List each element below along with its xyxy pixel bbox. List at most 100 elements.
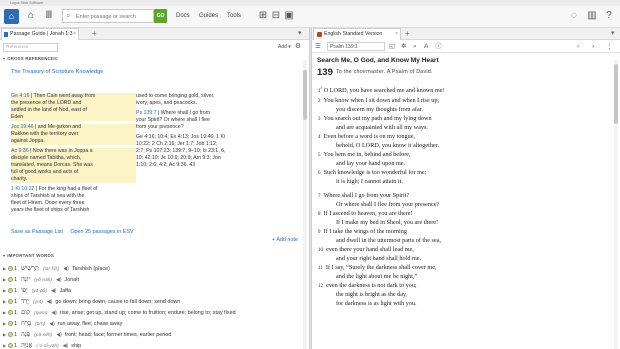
add-note-button[interactable]: + Add note [272, 237, 298, 243]
verse-line[interactable]: 12 even the darkness is not dark to you; [318, 282, 608, 292]
library-icon[interactable]: Ⅲ [43, 9, 55, 23]
panel-divider[interactable] [309, 28, 312, 349]
verse-line[interactable]: and your right hand shall hold me. [318, 255, 608, 264]
word-row[interactable]: ▶ 1 בָּרַח (brḥ) ◀) run away, flee; chase awa… [3, 318, 122, 329]
open-passages-link[interactable]: Open 25 passages in ESV [70, 229, 133, 235]
verse-line[interactable]: If I make my bed in Sheol, you are there… [318, 219, 608, 228]
xref-column-1: Ge 4:16 | Then Cain went away from the p… [11, 93, 136, 214]
expand-triangle-icon[interactable]: ▶ [3, 310, 6, 315]
info-icon[interactable]: ⓘ [435, 42, 442, 51]
cross-references-header[interactable]: ▾ CROSS REFERENCES [3, 56, 57, 61]
back-arrow-icon[interactable]: ‹ [577, 42, 579, 51]
info-dot-icon [8, 288, 14, 294]
add-section-button[interactable]: Add ▾ [278, 43, 291, 52]
speaker-icon[interactable]: ◀) [47, 299, 53, 305]
passage-reference-input[interactable]: Psalm 139:1 [327, 42, 385, 51]
verse-line[interactable]: 5 You hem me in, behind and before, [318, 151, 608, 161]
tab-title: English Standard Version [324, 31, 383, 37]
speaker-icon[interactable]: ◀) [63, 266, 69, 272]
word-row[interactable]: ▶ 1 יָרַד (yrd) ◀) go down; bring down; cause… [3, 296, 180, 307]
search-icon[interactable]: ⌕ [413, 42, 417, 51]
new-tab-plus-icon[interactable]: + [92, 28, 97, 39]
verse-line[interactable]: and lay your hand upon me. [318, 160, 608, 169]
verse-line[interactable]: and dwell in the uttermost parts of the … [318, 237, 608, 246]
tsk-title[interactable]: The Treasury of Scripture Knowledge [11, 69, 103, 75]
word-row[interactable]: ▶ 1 יָפוֹ (yā-p̄ô) ◀) Jaffa [3, 285, 71, 296]
verse-line[interactable]: 1a O LORD, you have searched me and know… [318, 84, 608, 97]
camera-icon[interactable]: ▣ [283, 9, 295, 23]
panel-menu-icon[interactable]: ▾ [611, 28, 615, 39]
docs-menu[interactable]: Docs [176, 9, 190, 23]
verse-line[interactable]: 2 You know when I sit down and when I ri… [318, 97, 608, 107]
search-box[interactable]: ⌕ [62, 9, 154, 23]
reference-input[interactable]: Reference [3, 43, 58, 52]
verse-line[interactable]: 6 Such knowledge is too wonderful for me… [318, 169, 608, 179]
panels-icon[interactable]: ▥ [586, 9, 598, 23]
speaker-icon[interactable]: ◀) [51, 310, 57, 316]
word-row[interactable]: ▶ 1 יוֹנָה (yô-nāh) ◀) Jonah [3, 274, 79, 285]
verse-line[interactable]: 3 You search out my path and my lying do… [318, 115, 608, 125]
close-icon[interactable]: × [395, 29, 398, 40]
verse-line[interactable]: 7 Where shall I go from your Spirit? [318, 192, 608, 202]
verse-line[interactable]: for darkness is as light with you. [318, 300, 608, 309]
info-dot-icon [8, 343, 14, 349]
left-scrollbar-thumb[interactable] [303, 70, 307, 120]
speaker-icon[interactable]: ◀) [49, 321, 55, 327]
close-icon[interactable]: × [73, 29, 76, 40]
expand-triangle-icon[interactable]: ▶ [3, 332, 6, 337]
help-icon[interactable]: ? [603, 9, 615, 23]
search-input[interactable] [76, 11, 152, 22]
layouts-icon[interactable]: ⊞ [257, 9, 269, 23]
expand-triangle-icon[interactable]: ▶ [3, 266, 6, 271]
collapse-caret-icon: ▾ [3, 56, 6, 61]
word-row[interactable]: ▶ 1 קוּם (qwm) ◀) rise, arise; get up, stand … [3, 307, 236, 318]
tools-menu[interactable]: Tools [227, 9, 241, 23]
verse-line[interactable]: 9 If I take the wings of the morning [318, 228, 608, 238]
visual-filters-icon[interactable]: ✲ [401, 42, 406, 51]
timeline-icon[interactable]: ⊟ [270, 9, 282, 23]
forward-arrow-icon[interactable]: › [592, 42, 594, 51]
panel-menu-icon[interactable]: ▾ [298, 28, 302, 39]
verse-line[interactable]: and the light about me be night,” [318, 273, 608, 282]
speaker-icon[interactable]: ◀) [56, 332, 62, 338]
expand-triangle-icon[interactable]: ▶ [3, 288, 6, 293]
guides-menu[interactable]: Guides [199, 9, 218, 23]
verse-line[interactable]: 10 even there your hand shall lead me, [318, 246, 608, 256]
expand-triangle-icon[interactable]: ▶ [3, 299, 6, 304]
logos-logo-icon[interactable]: ⌂ [4, 9, 19, 24]
expand-triangle-icon[interactable]: ▶ [3, 343, 6, 348]
expand-triangle-icon[interactable]: ▶ [3, 277, 6, 282]
info-dot-icon [8, 299, 14, 305]
verse-line[interactable]: 11 If I say, “Surely the darkness shall … [318, 264, 608, 274]
tab-passage-guide[interactable]: Passage Guide | Jonah 1:3 × [1, 28, 79, 40]
save-passage-list-link[interactable]: Save as Passage List [11, 229, 63, 235]
tab-esv[interactable]: English Standard Version × [313, 28, 401, 40]
speaker-icon[interactable]: ◀) [51, 288, 57, 294]
verse-line[interactable]: behold, O LORD, you know it altogether. [318, 142, 608, 151]
new-tab-plus-icon[interactable]: + [405, 28, 410, 39]
word-row[interactable]: ▶ 1 תַּרְשִׁישׁ (tar-šîš) ◀) Tarshish (place) [3, 263, 110, 274]
verse-line[interactable]: Or where shall I flee from your presence… [318, 201, 608, 210]
go-button[interactable]: GO [154, 9, 167, 23]
home-icon[interactable]: ⌂ [25, 9, 37, 23]
verse-line[interactable]: 8 If I ascend to heaven, you are there! [318, 210, 608, 220]
word-row[interactable]: ▶ 1 אֳנִיָּה (ʾo-nî-yāh) ◀) ship [3, 340, 81, 349]
verse-line[interactable]: you discern my thoughts from afar. [318, 106, 608, 115]
verse-line[interactable]: and are acquainted with all my ways. [318, 124, 608, 133]
speaker-icon[interactable]: ◀) [63, 343, 69, 349]
verse-line[interactable]: the night is bright as the day, [318, 291, 608, 300]
sync-icon[interactable]: ◌ [568, 9, 580, 23]
menu-icon[interactable]: ☰ [315, 42, 321, 51]
verse-line[interactable]: 4 Even before a word is on my tongue, [318, 133, 608, 143]
expand-triangle-icon[interactable]: ▶ [3, 321, 6, 326]
important-words-header[interactable]: ▾ IMPORTANT WORDS [3, 253, 54, 258]
word-row[interactable]: ▶ 1 פָּנֶה (pā-nêh) ◀) front; head; face; for… [3, 329, 171, 340]
text-size-icon[interactable]: A [424, 42, 428, 51]
verse-line[interactable]: it is high; I cannot attain it. [318, 178, 608, 187]
parallel-resources-icon[interactable]: ◱ [389, 42, 395, 51]
tab-title: Passage Guide | Jonah 1:3 [10, 31, 73, 37]
more-options-icon[interactable]: ⋮ [606, 42, 613, 51]
settings-icon[interactable]: ⚙ [294, 42, 302, 51]
speaker-icon[interactable]: ◀) [56, 277, 62, 283]
right-scrollbar-thumb[interactable] [614, 64, 618, 124]
